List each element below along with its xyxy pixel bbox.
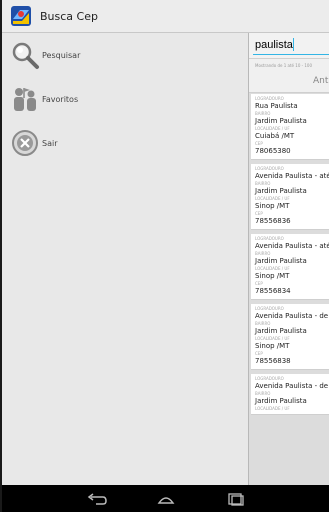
bairro-value: Jardim Paulista bbox=[255, 327, 307, 335]
previous-page-button[interactable]: Ant bbox=[313, 76, 328, 86]
search-input[interactable] bbox=[255, 37, 329, 53]
logradouro-value: Avenida Paulista - até bbox=[255, 172, 329, 180]
localidade-value: Sinop /MT bbox=[255, 342, 290, 350]
logradouro-value: Avenida Paulista - até bbox=[255, 242, 329, 250]
drawer-item-pesquisar[interactable]: Pesquisar bbox=[2, 33, 248, 77]
pager: Mostrando de 1 até 10 - 100 Ant bbox=[249, 59, 329, 93]
bairro-value: Jardim Paulista bbox=[255, 397, 307, 405]
cep-value: 78556834 bbox=[255, 287, 291, 295]
result-card[interactable]: LOGRADOURO Rua Paulista BAIRRO Jardim Pa… bbox=[251, 94, 329, 160]
system-navigation-bar bbox=[2, 485, 329, 512]
people-flag-icon bbox=[10, 84, 40, 114]
map-pin-app-icon[interactable] bbox=[10, 5, 32, 27]
drawer-label-sair: Sair bbox=[42, 138, 58, 148]
action-bar: Busca Cep bbox=[2, 0, 329, 33]
result-card[interactable]: LOGRADOURO Avenida Paulista - até BAIRRO… bbox=[251, 164, 329, 230]
close-circle-icon bbox=[10, 128, 40, 158]
search-underline bbox=[253, 54, 329, 55]
main-content: Mostrando de 1 até 10 - 100 Ant LOGRADOU… bbox=[249, 33, 329, 485]
home-icon[interactable] bbox=[156, 491, 176, 505]
drawer-label-favoritos: Favoritos bbox=[42, 94, 79, 104]
device-frame: Busca Cep Pesquisar Favoritos Sair pauli… bbox=[0, 0, 329, 512]
logradouro-value: Rua Paulista bbox=[255, 102, 298, 110]
localidade-value: Sinop /MT bbox=[255, 272, 290, 280]
app-title: Busca Cep bbox=[40, 9, 98, 23]
bairro-value: Jardim Paulista bbox=[255, 257, 307, 265]
result-card[interactable]: LOGRADOURO Avenida Paulista - de BAIRRO … bbox=[251, 304, 329, 370]
localidade-value: Sinop /MT bbox=[255, 202, 290, 210]
logradouro-value: Avenida Paulista - de bbox=[255, 382, 329, 390]
drawer-label-pesquisar: Pesquisar bbox=[42, 50, 81, 60]
pager-info: Mostrando de 1 até 10 - 100 bbox=[255, 63, 312, 68]
drawer-item-sair[interactable]: Sair bbox=[2, 121, 248, 165]
cep-value: 78065380 bbox=[255, 147, 291, 155]
result-card[interactable]: LOGRADOURO Avenida Paulista - até BAIRRO… bbox=[251, 234, 329, 300]
magnifier-icon bbox=[10, 40, 40, 70]
cep-value: 78556836 bbox=[255, 217, 291, 225]
logradouro-value: Avenida Paulista - de bbox=[255, 312, 329, 320]
bairro-value: Jardim Paulista bbox=[255, 117, 307, 125]
bairro-value: Jardim Paulista bbox=[255, 187, 307, 195]
cep-value: 78556838 bbox=[255, 357, 291, 365]
back-icon[interactable] bbox=[87, 491, 107, 505]
result-card[interactable]: LOGRADOURO Avenida Paulista - de BAIRRO … bbox=[251, 374, 329, 415]
localidade-value: Cuiabá /MT bbox=[255, 132, 295, 140]
search-bar bbox=[249, 33, 329, 59]
navigation-drawer: Pesquisar Favoritos Sair bbox=[2, 33, 249, 485]
drawer-item-favoritos[interactable]: Favoritos bbox=[2, 77, 248, 121]
recents-icon[interactable] bbox=[226, 491, 246, 506]
text-cursor bbox=[293, 38, 294, 51]
localidade-label: LOCALIDADE / UF bbox=[255, 406, 290, 411]
